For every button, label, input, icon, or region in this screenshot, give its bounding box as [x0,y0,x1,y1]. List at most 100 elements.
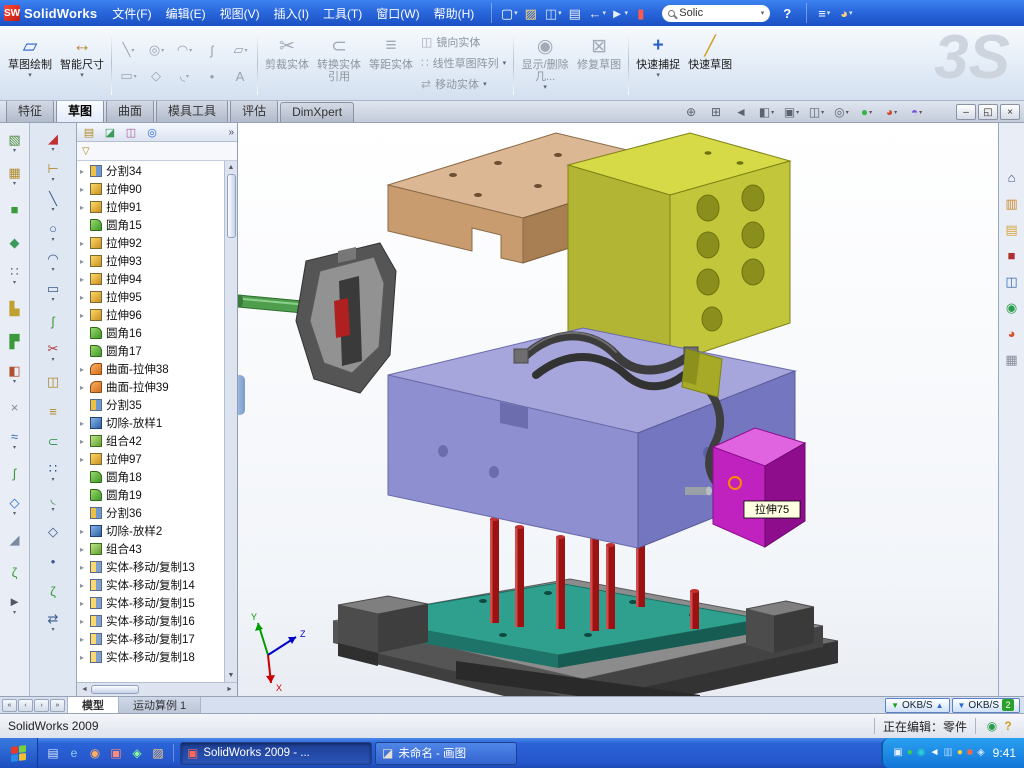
sketch-button[interactable]: ▱ 草图绘制 ▾ [4,28,56,98]
rebuild-icon[interactable]: ▮ [630,3,652,23]
spline-icon[interactable]: ʃ [30,307,76,337]
help-button[interactable]: ? [778,4,796,22]
net-speed-widget[interactable]: ▼ OKB/S 2 [952,698,1021,713]
ime-icon[interactable]: ▣ [893,748,902,758]
expand-arrow-icon[interactable]: ▸ [80,383,90,392]
rapid-sketch-button[interactable]: ╱ 快速草图 [684,28,736,98]
select-arrow-icon[interactable]: ► ▾ [0,589,29,622]
property-manager-tab-icon[interactable]: ◪ [101,124,119,140]
view-orientation-icon[interactable]: ▣▾ [780,103,803,121]
expand-arrow-icon[interactable]: ▸ [80,419,90,428]
expand-arrow-icon[interactable]: ▸ [80,275,90,284]
arc-icon[interactable]: ◠ ▾ [30,247,76,277]
draft-feature-icon[interactable]: ▛ [0,325,29,358]
expand-arrow-icon[interactable]: ▸ [80,311,90,320]
view-palette-icon[interactable]: ◉ [999,295,1024,321]
line-tool-icon[interactable]: ╲▾ [115,38,142,63]
expand-arrow-icon[interactable]: ▸ [80,527,90,536]
feature-tree-item[interactable]: ▸ 拉伸91 [77,198,224,216]
print-icon[interactable]: ▤ [564,3,586,23]
feature-tree-item[interactable]: ▸ 切除-放样2 [77,522,224,540]
rectangle-icon[interactable]: ▭ ▾ [30,277,76,307]
search-results-icon[interactable]: ◫ [999,269,1024,295]
smart-dimension-button[interactable]: ↔ 智能尺寸 ▾ [56,28,108,98]
expand-arrow-icon[interactable]: ▸ [80,365,90,374]
extrude-boss-icon[interactable]: ■ [0,193,29,226]
trim-entities-icon[interactable]: ✂ ▾ [30,337,76,367]
curve-tool-icon[interactable]: ≈ ▾ [0,424,29,457]
home-icon[interactable]: ⌂ [999,165,1024,191]
revolve-boss-icon[interactable]: ◆ [0,226,29,259]
feature-tree-item[interactable]: 圆角17 [77,342,224,360]
update-icon[interactable]: ● [957,748,963,758]
solidworks-launcher-icon[interactable]: ▣ [107,744,125,762]
document-tab[interactable]: 运动算例 1 [119,697,201,713]
feature-tree-item[interactable]: 分割36 [77,504,224,522]
display-style-icon[interactable]: ◫▾ [805,103,828,121]
expand-arrow-icon[interactable]: ▸ [80,239,90,248]
move-entities-icon[interactable]: ⇄ ▾ [30,607,76,637]
expand-arrow-icon[interactable]: ▸ [80,293,90,302]
command-tab[interactable]: 曲面 [106,99,154,122]
freeform-icon[interactable]: ζ [0,556,29,589]
tab-nav-button[interactable]: « [2,699,17,712]
feature-tree-item[interactable]: ▸ 组合43 [77,540,224,558]
feature-tree-item[interactable]: ▸ 拉伸97 [77,450,224,468]
expand-arrow-icon[interactable]: ▸ [80,455,90,464]
ie-icon[interactable]: e [65,744,83,762]
convert-entities-button[interactable]: ⊂ 转换实体引用 [313,28,365,98]
feature-tree-item[interactable]: ▸ 实体-移动/复制14 [77,576,224,594]
feature-tree-item[interactable]: ▸ 实体-移动/复制18 [77,648,224,666]
document-restore-button[interactable]: ◱ [978,104,998,120]
text-tool-icon[interactable]: A [227,64,254,89]
previous-view-icon[interactable]: ◄ [730,103,753,121]
arc-tool-icon[interactable]: ◠▾ [171,38,198,63]
task-button[interactable]: ◪ 未命名 - 画图 [375,742,517,765]
scroll-right-icon[interactable]: ► [223,686,236,693]
options-icon[interactable]: ≡▾ [813,3,835,23]
sketch-fillet-icon[interactable]: ◟ ▾ [30,487,76,517]
expand-arrow-icon[interactable]: ▸ [80,563,90,572]
appearance-icon[interactable]: ◕▾ [835,3,857,23]
solidworks-resources-icon[interactable]: ▥ [999,191,1024,217]
sketch-toolbar-icon[interactable]: ◢ ▾ [30,127,76,157]
rib-feature-icon[interactable]: ▙ [0,292,29,325]
design-library-icon[interactable]: ▤ [999,217,1024,243]
document-minimize-button[interactable]: – [956,104,976,120]
feature-tree-item[interactable]: 圆角15 [77,216,224,234]
search-input[interactable]: Solic [679,7,756,19]
safety-icon[interactable]: ■ [967,748,973,758]
feature-tree-item[interactable]: 圆角19 [77,486,224,504]
command-tab[interactable]: 评估 [230,99,278,122]
net-speed-widget[interactable]: ▼ OKB/S ▲ [885,698,949,713]
menu-item[interactable]: 窗口(W) [369,1,426,26]
convert-entities-icon[interactable]: ⊂ [30,427,76,457]
feature-tree-item[interactable]: ▸ 曲面-拉伸38 [77,360,224,378]
volume-icon[interactable]: ◄ [929,748,939,758]
tree-horizontal-scrollbar[interactable]: ◄ ► [77,682,237,696]
feature-tree-item[interactable]: 圆角16 [77,324,224,342]
feature-manager-tab-icon[interactable]: ▤ [80,124,98,140]
point-icon[interactable]: • [30,547,76,577]
feature-tree-item[interactable]: ▸ 拉伸95 [77,288,224,306]
expand-arrow-icon[interactable]: ▸ [80,257,90,266]
scrollbar-thumb[interactable] [227,174,236,238]
panel-splitter-handle[interactable] [238,375,245,415]
magenta-block[interactable] [713,428,805,547]
command-tab[interactable]: 特征 [6,99,54,122]
feature-tree-item[interactable]: 圆角18 [77,468,224,486]
appearances-scenes-icon[interactable]: ◕ [999,321,1024,347]
display-delete-relations-button[interactable]: ◉ 显示/删除几... ▾ [517,28,573,98]
zoom-fit-icon[interactable]: ⊕ [680,103,703,121]
document-tab[interactable]: 模型 [68,697,119,713]
grid-system-icon[interactable]: ▦ ▾ [0,160,29,193]
feature-tree-item[interactable]: 分割35 [77,396,224,414]
search-dropdown-icon[interactable]: ▾ [761,9,765,17]
right-clamp-block[interactable] [746,601,814,653]
shield-icon[interactable]: ◉ [917,748,926,758]
command-tab[interactable]: 草图 [56,99,104,122]
feature-tree-item[interactable]: ▸ 实体-移动/复制15 [77,594,224,612]
open-icon[interactable]: ▨ [520,3,542,23]
feature-tree-item[interactable]: ▸ 拉伸90 [77,180,224,198]
pattern-feature-icon[interactable]: ∷ ▾ [0,259,29,292]
